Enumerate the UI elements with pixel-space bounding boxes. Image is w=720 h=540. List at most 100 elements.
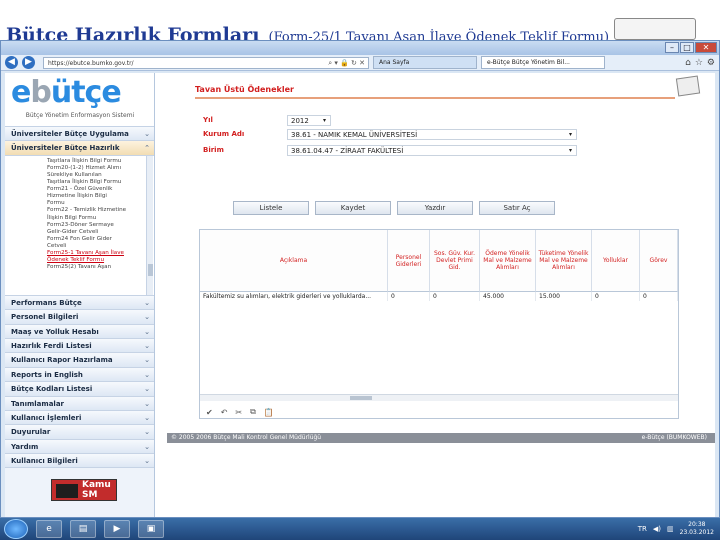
submenu-item[interactable]: Formu bbox=[47, 200, 154, 207]
document-icon[interactable] bbox=[675, 75, 701, 97]
app-taskbar-icon[interactable]: ▣ bbox=[138, 520, 164, 538]
footer-right: e-Bütçe (BUMKOWEB) bbox=[641, 434, 707, 441]
cut-icon[interactable]: ✂ bbox=[235, 408, 242, 417]
window-controls: – □ ✕ bbox=[665, 42, 717, 53]
listele-button[interactable]: Listele bbox=[233, 201, 309, 215]
clock[interactable]: 20:38 23.03.2012 bbox=[680, 521, 714, 537]
paste-icon[interactable]: 📋 bbox=[264, 408, 274, 417]
birim-select[interactable]: 38.61.04.47 - ZİRAAT FAKÜLTESİ ▾ bbox=[287, 145, 577, 156]
submenu-item[interactable]: Form22 - Temizlik Hizmetine bbox=[47, 207, 154, 214]
yazdir-button[interactable]: Yazdır bbox=[397, 201, 473, 215]
grid-cell[interactable]: Fakültemiz su alımları, elektrik giderle… bbox=[200, 292, 388, 301]
browser-icons: ⌂ ☆ ⚙ bbox=[685, 58, 715, 68]
sidebar-item-label: Maaş ve Yolluk Hesabı bbox=[11, 327, 99, 336]
close-button[interactable]: ✕ bbox=[695, 42, 717, 53]
start-button[interactable] bbox=[4, 519, 28, 539]
grid-cell[interactable]: 45.000 bbox=[480, 292, 536, 301]
chevron-down-icon: ⌄ bbox=[144, 385, 150, 394]
sidebar-item[interactable]: Hazırlık Ferdi Listesi ⌄ bbox=[5, 338, 154, 354]
header-divider bbox=[195, 97, 675, 99]
sidebar-item[interactable]: Duyurular ⌄ bbox=[5, 425, 154, 440]
language-indicator[interactable]: TR bbox=[638, 525, 647, 533]
submenu-item[interactable]: Form25(2) Tavanı Aşan bbox=[47, 264, 154, 271]
chevron-down-icon: ⌄ bbox=[144, 370, 150, 379]
grid-cell[interactable]: 15.000 bbox=[536, 292, 592, 301]
address-text: https://ebutce.bumko.gov.tr/ bbox=[48, 59, 134, 67]
sidebar-item-label: Reports in English bbox=[11, 370, 83, 379]
submenu-scrollbar[interactable] bbox=[146, 155, 153, 295]
folder-taskbar-icon[interactable]: ▤ bbox=[70, 520, 96, 538]
sidebar-item[interactable]: Bütçe Kodları Listesi ⌄ bbox=[5, 382, 154, 397]
submenu-item[interactable]: Taşıtlara İlişkin Bilgi Formu bbox=[47, 158, 154, 165]
sidebar-item[interactable]: Yardım ⌄ bbox=[5, 439, 154, 455]
grid-header-cell[interactable]: Ödeme Yönelik Mal ve Malzeme Alımları bbox=[480, 230, 536, 292]
submenu-item[interactable]: Ödenek Teklif Formu bbox=[47, 257, 154, 264]
grid-header-cell[interactable]: Tüketime Yönelik Mal ve Malzeme Alımları bbox=[536, 230, 592, 292]
submenu-item[interactable]: Sürekliye Kullanılan bbox=[47, 172, 154, 179]
check-icon[interactable]: ✔ bbox=[206, 408, 213, 417]
sidebar-item-uni-butce-uygulama[interactable]: Üniversiteler Bütçe Uygulama ⌄ bbox=[5, 127, 154, 142]
tab-home[interactable]: Ana Sayfa bbox=[373, 56, 477, 69]
ebutce-logo: ebütçe Bütçe Yönetim Enformasyon Sistemi bbox=[5, 73, 154, 127]
star-icon[interactable]: ☆ bbox=[695, 58, 703, 68]
back-button[interactable]: ◀ bbox=[5, 56, 18, 69]
grid-cell[interactable]: 0 bbox=[640, 292, 678, 301]
chevron-down-icon: ⌄ bbox=[144, 130, 150, 138]
grid-cell[interactable]: 0 bbox=[430, 292, 480, 301]
submenu-item[interactable]: Form24 Fon Gelir Gider bbox=[47, 236, 154, 243]
gear-icon[interactable]: ⚙ bbox=[707, 58, 715, 68]
submenu-item[interactable]: Gelir-Gider Cetveli bbox=[47, 229, 154, 236]
grid-cell[interactable]: 0 bbox=[592, 292, 640, 301]
footer-copyright: © 2005 2006 Bütçe Mali Kontrol Genel Müd… bbox=[171, 434, 322, 441]
tab-ebutce[interactable]: e-Bütçe Bütçe Yönetim Bil... bbox=[481, 56, 605, 69]
kaydet-button[interactable]: Kaydet bbox=[315, 201, 391, 215]
grid-cell[interactable]: 0 bbox=[388, 292, 430, 301]
grid-header-cell[interactable]: Personel Giderleri bbox=[388, 230, 430, 292]
submenu-item[interactable]: Form20-(1-2) Hizmet Alımı bbox=[47, 165, 154, 172]
sidebar-item-label: Performans Bütçe bbox=[11, 298, 82, 307]
sidebar-item[interactable]: Tanımlamalar ⌄ bbox=[5, 396, 154, 411]
system-tray: TR ◀) ▥ 20:38 23.03.2012 bbox=[638, 521, 720, 537]
page-footer: © 2005 2006 Bütçe Mali Kontrol Genel Müd… bbox=[167, 433, 715, 443]
sidebar-item[interactable]: Reports in English ⌄ bbox=[5, 367, 154, 383]
sidebar-item[interactable]: Kullanıcı Rapor Hazırlama ⌄ bbox=[5, 353, 154, 368]
network-icon[interactable]: ▥ bbox=[667, 525, 674, 533]
satir-ac-button[interactable]: Satır Aç bbox=[479, 201, 555, 215]
taskbar: e ▤ ▶ ▣ TR ◀) ▥ 20:38 23.03.2012 bbox=[0, 518, 720, 540]
scrollbar-thumb[interactable] bbox=[148, 263, 153, 276]
logo-text: ebütçe bbox=[11, 75, 122, 110]
copy-icon[interactable]: ⧉ bbox=[250, 407, 256, 417]
address-bar[interactable]: https://ebutce.bumko.gov.tr/ ⌕ ▾ 🔒 ↻ ✕ bbox=[43, 56, 369, 69]
scrollbar-thumb[interactable] bbox=[350, 396, 372, 400]
kurum-select[interactable]: 38.61 - NAMIK KEMAL ÜNİVERSİTESİ ▾ bbox=[287, 129, 577, 140]
sidebar-item[interactable]: Kullanıcı Bilgileri ⌄ bbox=[5, 454, 154, 469]
media-taskbar-icon[interactable]: ▶ bbox=[104, 520, 130, 538]
grid-header-cell[interactable]: Görev bbox=[640, 230, 678, 292]
undo-icon[interactable]: ↶ bbox=[221, 408, 228, 417]
grid-header-cell[interactable]: Yolluklar bbox=[592, 230, 640, 292]
submenu-item[interactable]: Hizmetine İlişkin Bilgi bbox=[47, 193, 154, 200]
sidebar-item[interactable]: Kullanıcı İşlemleri ⌄ bbox=[5, 410, 154, 426]
birim-label: Birim bbox=[203, 146, 224, 154]
submenu-item[interactable]: Cetveli bbox=[47, 243, 154, 250]
sidebar-item[interactable]: Personel Bilgileri ⌄ bbox=[5, 310, 154, 325]
chevron-down-icon: ⌄ bbox=[144, 341, 150, 350]
ie-taskbar-icon[interactable]: e bbox=[36, 520, 62, 538]
forward-button[interactable]: ▶ bbox=[22, 56, 35, 69]
grid-header-cell[interactable]: Açıklama bbox=[200, 230, 388, 292]
grid-header-cell[interactable]: Sos. Güv. Kur. Devlet Primi Gid. bbox=[430, 230, 480, 292]
minimize-button[interactable]: – bbox=[665, 42, 679, 53]
sidebar-item[interactable]: Performans Bütçe ⌄ bbox=[5, 295, 154, 311]
grid-horizontal-scrollbar[interactable] bbox=[200, 394, 678, 401]
volume-icon[interactable]: ◀) bbox=[653, 525, 661, 533]
yil-select[interactable]: 2012 ▾ bbox=[287, 115, 331, 126]
submenu-item[interactable]: Form23-Döner Sermaye bbox=[47, 222, 154, 229]
sidebar-item-uni-butce-hazirlik[interactable]: Üniversiteler Bütçe Hazırlık ⌃ bbox=[5, 141, 154, 156]
kamu-mark bbox=[56, 484, 78, 498]
maximize-button[interactable]: □ bbox=[680, 42, 694, 53]
submenu-item[interactable]: İlişkin Bilgi Formu bbox=[47, 215, 154, 222]
submenu-list: Taşıtlara İlişkin Bilgi Formu Form20-(1-2… bbox=[5, 156, 154, 272]
chevron-down-icon: ⌄ bbox=[144, 442, 150, 451]
sidebar-item[interactable]: Maaş ve Yolluk Hesabı ⌄ bbox=[5, 324, 154, 339]
home-icon[interactable]: ⌂ bbox=[685, 58, 691, 68]
